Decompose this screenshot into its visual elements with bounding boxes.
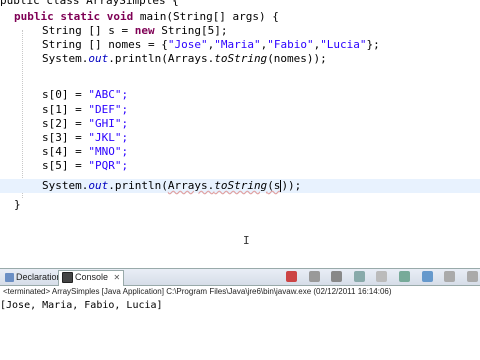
string-literal: "Jose" <box>167 38 208 51</box>
assign-lhs: s[2] = <box>42 117 89 130</box>
tab-label: Declaration <box>16 272 62 282</box>
assign-rhs: "DEF"; <box>88 103 129 116</box>
tab-console[interactable]: Console ✕ <box>58 270 125 286</box>
tab-declaration[interactable]: Declaration <box>2 271 65 285</box>
code-editor[interactable]: public class ArraySimples { public stati… <box>0 0 480 268</box>
code-line-close-main[interactable]: } <box>14 198 21 212</box>
code-line-assign-4[interactable]: s[4] = "MNO"; <box>42 145 128 159</box>
console-output[interactable]: [Jose, Maria, Fabio, Lucia] <box>0 299 480 313</box>
string-literal: "Maria" <box>214 38 261 51</box>
assign-rhs: "PQR"; <box>88 159 129 172</box>
class-declaration: public class ArraySimples { <box>0 0 179 7</box>
remove-launch-icon[interactable] <box>308 271 320 282</box>
console-toolbar <box>284 271 478 283</box>
assign-rhs: "JKL"; <box>88 131 129 144</box>
clear-console-icon[interactable] <box>353 271 365 282</box>
code-line-assign-1[interactable]: s[1] = "DEF"; <box>42 103 128 117</box>
code-line-nomes[interactable]: String [] nomes = {"Jose","Maria","Fabio… <box>42 38 380 52</box>
close-icon[interactable]: ✕ <box>114 273 121 282</box>
string-literal: "Lucia" <box>320 38 367 51</box>
closing-brace: } <box>14 198 21 211</box>
eclipse-window: public class ArraySimples { public stati… <box>0 0 480 360</box>
code-line-main[interactable]: public static void main(String[] args) { <box>14 10 279 24</box>
assign-lhs: s[0] = <box>42 88 89 101</box>
declaration-icon <box>5 273 14 283</box>
remove-all-icon[interactable] <box>331 271 343 282</box>
panel-tabbar: Declaration Console ✕ <box>0 269 480 286</box>
assign-rhs: "MNO"; <box>88 145 129 158</box>
assign-lhs: s[5] = <box>42 159 89 172</box>
code-line-assign-3[interactable]: s[3] = "JKL"; <box>42 131 128 145</box>
scroll-lock-icon[interactable] <box>376 271 388 282</box>
pin-console-icon[interactable] <box>399 271 411 282</box>
launch-info: <terminated> ArraySimples [Java Applicat… <box>0 286 480 298</box>
terminate-icon[interactable] <box>285 271 297 282</box>
code-line-class[interactable]: public class ArraySimples { <box>0 0 179 8</box>
string-literal: "Fabio" <box>267 38 314 51</box>
text-cursor-icon: I <box>243 234 250 247</box>
code-line-println-nomes[interactable]: System.out.println(Arrays.toString(nomes… <box>42 52 327 66</box>
open-console-icon[interactable] <box>421 271 433 282</box>
assign-rhs: "GHI"; <box>88 117 129 130</box>
assign-lhs: s[4] = <box>42 145 89 158</box>
maximize-icon[interactable] <box>467 271 478 282</box>
tab-label: Console <box>75 272 109 282</box>
console-icon <box>62 272 73 284</box>
code-line-assign-2[interactable]: s[2] = "GHI"; <box>42 117 128 131</box>
nomes-suffix: }; <box>366 38 380 51</box>
minimize-icon[interactable] <box>444 271 456 282</box>
indent-guide <box>22 30 23 198</box>
code-line-decl-s[interactable]: String [] s = new String[5]; <box>42 24 227 38</box>
nomes-prefix: String [] nomes = { <box>42 38 168 51</box>
assign-lhs: s[3] = <box>42 131 89 144</box>
code-line-assign-5[interactable]: s[5] = "PQR"; <box>42 159 128 173</box>
code-line-println-s[interactable]: System.out.println(Arrays.toString(s)); <box>42 179 301 193</box>
code-line-assign-0[interactable]: s[0] = "ABC"; <box>42 88 128 102</box>
assign-rhs: "ABC"; <box>88 88 129 101</box>
assign-lhs: s[1] = <box>42 103 89 116</box>
console-panel: Declaration Console ✕ <terminated> Array… <box>0 268 480 360</box>
